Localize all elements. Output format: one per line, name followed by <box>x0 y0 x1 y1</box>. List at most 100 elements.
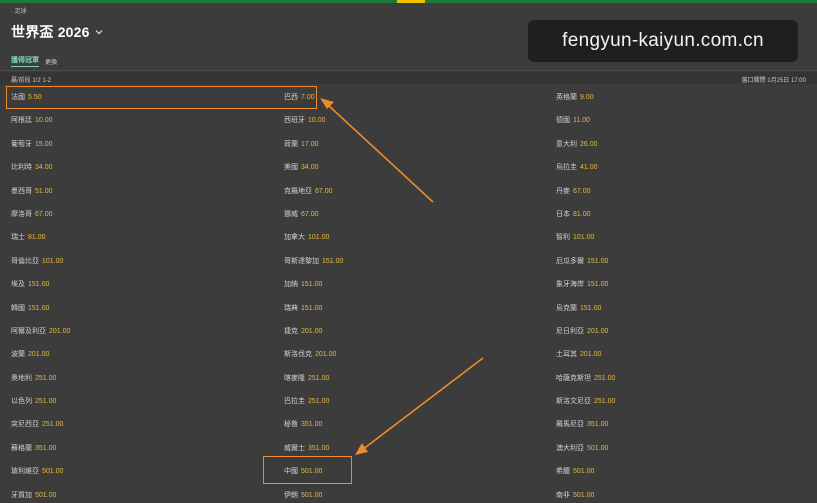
odds-value[interactable]: 67.00 <box>301 211 319 218</box>
selection-cell[interactable]: 哈薩克斯坦 251.00 <box>556 373 615 383</box>
odds-value[interactable]: 17.00 <box>301 141 319 148</box>
selection-cell[interactable]: 突尼西亞 251.00 <box>11 419 63 429</box>
odds-value[interactable]: 34.00 <box>301 164 319 171</box>
odds-value[interactable]: 351.00 <box>301 421 322 428</box>
selection-cell[interactable]: 蘇格蘭 351.00 <box>11 443 56 453</box>
odds-value[interactable]: 501.00 <box>573 468 594 475</box>
odds-value[interactable]: 151.00 <box>587 281 608 288</box>
selection-cell[interactable]: 德國 11.00 <box>556 115 590 125</box>
breadcrumb[interactable]: · 足球 <box>11 6 27 15</box>
odds-value[interactable]: 81.00 <box>28 234 46 241</box>
selection-cell[interactable]: 葡萄牙 15.00 <box>11 139 53 149</box>
odds-value[interactable]: 351.00 <box>35 445 56 452</box>
odds-value[interactable]: 101.00 <box>308 234 329 241</box>
selection-cell[interactable]: 喀麥隆 251.00 <box>284 373 329 383</box>
selection-cell[interactable]: 以色列 251.00 <box>11 396 56 406</box>
tab-change[interactable]: 更換 <box>45 57 57 66</box>
odds-value[interactable]: 201.00 <box>301 328 322 335</box>
selection-cell[interactable]: 荷蘭 17.00 <box>284 139 319 149</box>
selection-cell[interactable]: 瑞典 151.00 <box>284 303 322 313</box>
odds-value[interactable]: 201.00 <box>315 351 336 358</box>
selection-cell[interactable]: 挪威 67.00 <box>284 209 319 219</box>
selection-cell[interactable]: 克羅地亞 67.00 <box>284 186 333 196</box>
selection-cell[interactable]: 墨西哥 51.00 <box>11 186 53 196</box>
selection-cell[interactable]: 波蘭 201.00 <box>11 349 49 359</box>
odds-value[interactable]: 251.00 <box>35 398 56 405</box>
odds-value[interactable]: 34.00 <box>35 164 53 171</box>
odds-value[interactable]: 67.00 <box>35 211 53 218</box>
selection-cell[interactable]: 加納 151.00 <box>284 279 322 289</box>
selection-cell[interactable]: 摩洛哥 67.00 <box>11 209 53 219</box>
odds-value[interactable]: 151.00 <box>322 258 343 265</box>
odds-value[interactable]: 251.00 <box>594 398 615 405</box>
odds-value[interactable]: 151.00 <box>580 305 601 312</box>
selection-cell[interactable]: 澳大利亞 501.00 <box>556 443 608 453</box>
selection-cell[interactable]: 埃及 151.00 <box>11 279 49 289</box>
selection-cell[interactable]: 比利時 34.00 <box>11 162 53 172</box>
odds-value[interactable]: 501.00 <box>35 492 56 499</box>
selection-cell[interactable]: 秘魯 351.00 <box>284 419 322 429</box>
odds-value[interactable]: 201.00 <box>28 351 49 358</box>
selection-cell[interactable]: 威爾士 351.00 <box>284 443 329 453</box>
selection-cell[interactable]: 厄瓜多爾 151.00 <box>556 256 608 266</box>
selection-cell[interactable]: 美國 34.00 <box>284 162 319 172</box>
selection-cell[interactable]: 伊朗 501.00 <box>284 490 322 500</box>
odds-value[interactable]: 41.00 <box>580 164 598 171</box>
selection-cell[interactable]: 巴拉圭 251.00 <box>284 396 329 406</box>
selection-cell[interactable]: 意大利 26.00 <box>556 139 598 149</box>
odds-value[interactable]: 501.00 <box>587 445 608 452</box>
odds-value[interactable]: 251.00 <box>35 375 56 382</box>
selection-cell[interactable]: 英格蘭 9.00 <box>556 92 594 102</box>
odds-value[interactable]: 501.00 <box>573 492 594 499</box>
odds-value[interactable]: 251.00 <box>308 398 329 405</box>
odds-value[interactable]: 151.00 <box>301 305 322 312</box>
odds-value[interactable]: 67.00 <box>573 188 591 195</box>
odds-value[interactable]: 201.00 <box>587 328 608 335</box>
odds-value[interactable]: 251.00 <box>308 375 329 382</box>
odds-value[interactable]: 67.00 <box>315 188 333 195</box>
odds-value[interactable]: 10.00 <box>35 117 53 124</box>
selection-cell[interactable]: 象牙海岸 151.00 <box>556 279 608 289</box>
odds-value[interactable]: 101.00 <box>573 234 594 241</box>
selection-cell[interactable]: 韓國 151.00 <box>11 303 49 313</box>
odds-value[interactable]: 9.00 <box>580 94 594 101</box>
selection-cell[interactable]: 阿爾及利亞 201.00 <box>11 326 70 336</box>
odds-value[interactable]: 10.00 <box>308 117 326 124</box>
odds-value[interactable]: 351.00 <box>587 421 608 428</box>
selection-cell[interactable]: 丹麥 67.00 <box>556 186 591 196</box>
selection-cell[interactable]: 玻利維亞 501.00 <box>11 466 63 476</box>
odds-value[interactable]: 151.00 <box>28 281 49 288</box>
odds-value[interactable]: 15.00 <box>35 141 53 148</box>
odds-value[interactable]: 251.00 <box>594 375 615 382</box>
odds-value[interactable]: 201.00 <box>49 328 70 335</box>
selection-cell[interactable]: 捷克 201.00 <box>284 326 322 336</box>
odds-value[interactable]: 501.00 <box>301 492 322 499</box>
selection-cell[interactable]: 南非 501.00 <box>556 490 594 500</box>
selection-cell[interactable]: 智利 101.00 <box>556 232 594 242</box>
selection-cell[interactable]: 土耳其 201.00 <box>556 349 601 359</box>
odds-value[interactable]: 151.00 <box>301 281 322 288</box>
odds-value[interactable]: 201.00 <box>580 351 601 358</box>
odds-value[interactable]: 501.00 <box>42 468 63 475</box>
selection-cell[interactable]: 阿根廷 10.00 <box>11 115 53 125</box>
selection-cell[interactable]: 奧地利 251.00 <box>11 373 56 383</box>
selection-cell[interactable]: 哥倫比亞 101.00 <box>11 256 63 266</box>
selection-cell[interactable]: 烏克蘭 151.00 <box>556 303 601 313</box>
competition-selector[interactable]: 世界盃 2026 <box>11 22 104 42</box>
selection-cell[interactable]: 瑞士 81.00 <box>11 232 46 242</box>
selection-cell[interactable]: 西班牙 10.00 <box>284 115 326 125</box>
odds-value[interactable]: 11.00 <box>573 117 590 124</box>
selection-cell[interactable]: 斯洛伐克 201.00 <box>284 349 336 359</box>
odds-value[interactable]: 81.00 <box>573 211 591 218</box>
odds-value[interactable]: 251.00 <box>42 421 63 428</box>
tab-outright-winner[interactable]: 獲得冠軍 <box>11 55 39 67</box>
selection-cell[interactable]: 烏拉圭 41.00 <box>556 162 598 172</box>
selection-cell[interactable]: 羅馬尼亞 351.00 <box>556 419 608 429</box>
odds-value[interactable]: 51.00 <box>35 188 53 195</box>
selection-cell[interactable]: 尼日利亞 201.00 <box>556 326 608 336</box>
odds-value[interactable]: 26.00 <box>580 141 598 148</box>
odds-value[interactable]: 151.00 <box>28 305 49 312</box>
odds-value[interactable]: 101.00 <box>42 258 63 265</box>
selection-cell[interactable]: 牙買加 501.00 <box>11 490 56 500</box>
odds-value[interactable]: 151.00 <box>587 258 608 265</box>
